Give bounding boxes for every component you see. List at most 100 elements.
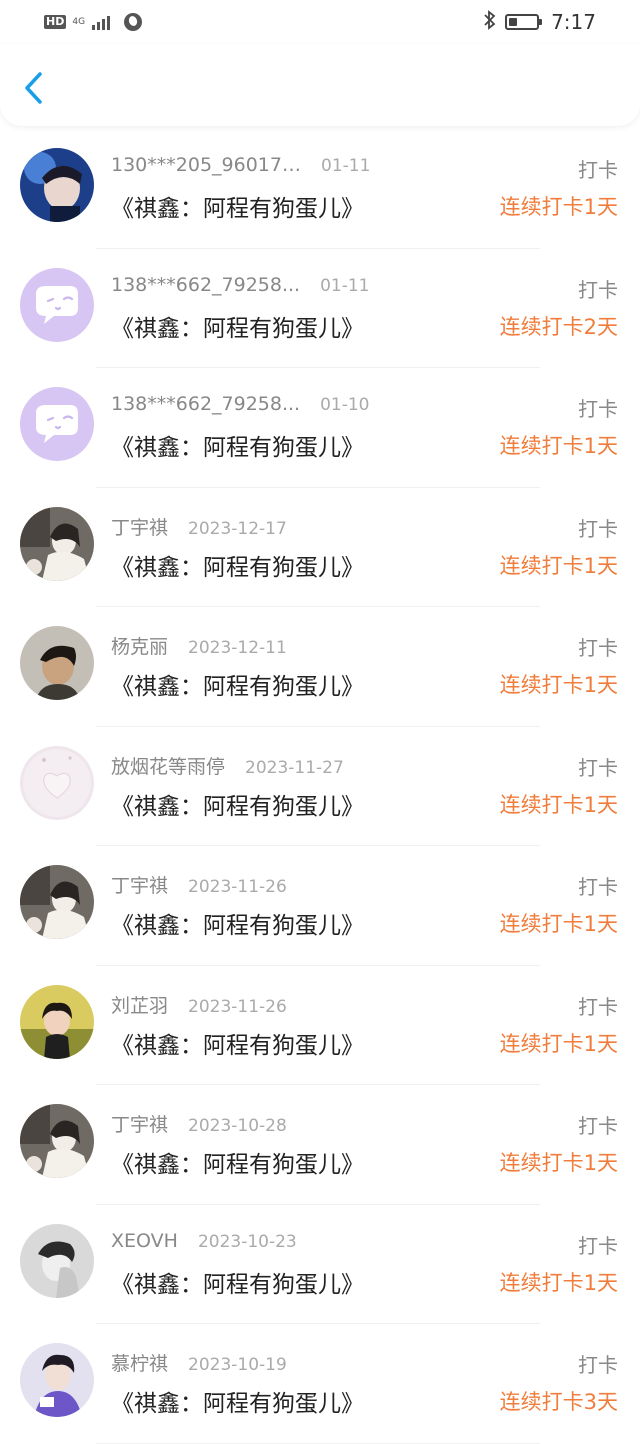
checkin-date: 2023-11-26 [188, 996, 287, 1017]
back-button[interactable] [20, 70, 50, 106]
book-title: 《祺鑫：阿程有狗蛋儿》 [111, 1032, 364, 1059]
checkin-row[interactable]: 丁宇祺 2023-12-17 《祺鑫：阿程有狗蛋儿》 打卡 连续打卡1天 [0, 488, 640, 607]
avatar-person-blue[interactable] [20, 148, 94, 222]
row-meta: 杨克丽 2023-12-11 [111, 632, 287, 659]
network-type: 4G [72, 16, 86, 27]
user-name[interactable]: 丁宇祺 [111, 513, 168, 540]
checkin-row[interactable]: 丁宇祺 2023-10-28 《祺鑫：阿程有狗蛋儿》 打卡 连续打卡1天 [0, 1085, 640, 1205]
checkin-date: 2023-10-28 [188, 1116, 287, 1136]
checkin-label: 打卡 [578, 636, 618, 660]
book-title: 《祺鑫：阿程有狗蛋儿》 [111, 554, 364, 581]
avatar-photo-gray[interactable] [20, 1223, 94, 1298]
checkin-date: 2023-10-23 [197, 1231, 297, 1252]
checkin-label: 打卡 [578, 277, 618, 302]
checkin-date: 01-10 [320, 395, 370, 415]
signal-icon [92, 14, 111, 30]
row-meta: 慕柠祺 2023-10-19 [111, 1349, 287, 1376]
status-bar: HD 4G 7:17 [0, 0, 640, 44]
streak-label: 连续打卡3天 [499, 1390, 618, 1414]
user-name[interactable]: 放烟花等雨停 [111, 752, 225, 779]
checkin-row[interactable]: 130***205_960174... 01-11 《祺鑫：阿程有狗蛋儿》 打卡… [0, 129, 640, 249]
checkin-date: 2023-11-27 [245, 757, 344, 778]
checkin-label: 打卡 [578, 1114, 618, 1138]
avatar-photo-child[interactable] [20, 984, 94, 1059]
book-title: 《祺鑫：阿程有狗蛋儿》 [111, 1271, 364, 1298]
row-meta: 放烟花等雨停 2023-11-27 [111, 752, 344, 779]
book-title: 《祺鑫：阿程有狗蛋儿》 [111, 674, 364, 700]
avatar-photo-girl[interactable] [20, 865, 94, 939]
globe-icon [124, 13, 143, 31]
book-title: 《祺鑫：阿程有狗蛋儿》 [111, 793, 364, 820]
avatar-photo-heart[interactable] [20, 745, 94, 820]
streak-label: 连续打卡1天 [499, 1151, 618, 1175]
streak-label: 连续打卡1天 [499, 195, 618, 219]
user-name[interactable]: 杨克丽 [111, 632, 168, 659]
user-name[interactable]: 138***662_79258... [111, 393, 300, 415]
book-title: 《祺鑫：阿程有狗蛋儿》 [111, 1391, 364, 1417]
checkin-date: 01-11 [321, 156, 371, 176]
book-title: 《祺鑫：阿程有狗蛋儿》 [111, 435, 364, 461]
user-name[interactable]: 丁宇祺 [111, 1110, 168, 1137]
row-meta: 138***662_79258... 01-10 [111, 393, 370, 415]
checkin-label: 打卡 [578, 755, 618, 780]
streak-label: 连续打卡1天 [499, 1270, 618, 1295]
status-right: 7:17 [483, 10, 596, 34]
checkin-row[interactable]: 放烟花等雨停 2023-11-27 《祺鑫：阿程有狗蛋儿》 打卡 连续打卡1天 [0, 727, 640, 846]
row-meta: 138***662_79258... 01-11 [111, 274, 370, 296]
header-bar [0, 44, 640, 126]
row-meta: 刘芷羽 2023-11-26 [111, 991, 287, 1018]
checkin-label: 打卡 [578, 397, 618, 421]
clock: 7:17 [551, 10, 596, 34]
checkin-row[interactable]: XEOVH 2023-10-23 《祺鑫：阿程有狗蛋儿》 打卡 连续打卡1天 [0, 1205, 640, 1324]
streak-label: 连续打卡1天 [499, 1031, 618, 1056]
user-name[interactable]: 138***662_79258... [111, 274, 300, 296]
checkin-date: 2023-12-17 [188, 518, 287, 539]
row-meta: XEOVH 2023-10-23 [111, 1230, 297, 1252]
user-name[interactable]: 刘芷羽 [111, 991, 168, 1018]
streak-label: 连续打卡1天 [499, 553, 618, 578]
bluetooth-icon [483, 10, 497, 34]
chevron-left-icon [25, 72, 42, 104]
battery-icon [505, 14, 543, 30]
checkin-date: 2023-12-11 [188, 638, 287, 658]
checkin-label: 打卡 [578, 994, 618, 1019]
checkin-row[interactable]: 杨克丽 2023-12-11 《祺鑫：阿程有狗蛋儿》 打卡 连续打卡1天 [0, 607, 640, 727]
avatar-default-purple[interactable] [20, 267, 94, 342]
checkin-date: 2023-10-19 [188, 1355, 287, 1375]
book-title: 《祺鑫：阿程有狗蛋儿》 [111, 1152, 364, 1178]
checkin-label: 打卡 [578, 875, 618, 899]
row-meta: 丁宇祺 2023-10-28 [111, 1110, 287, 1137]
streak-label: 连续打卡1天 [499, 792, 618, 817]
checkin-row[interactable]: 丁宇祺 2023-11-26 《祺鑫：阿程有狗蛋儿》 打卡 连续打卡1天 [0, 846, 640, 966]
row-meta: 130***205_960174... 01-11 [111, 154, 370, 176]
avatar-photo-woman[interactable] [20, 626, 94, 700]
avatar-default-purple[interactable] [20, 387, 94, 461]
avatar-photo-girl[interactable] [20, 1104, 94, 1178]
checkin-label: 打卡 [578, 1233, 618, 1258]
avatar-photo-purple[interactable] [20, 1343, 94, 1417]
checkin-label: 打卡 [578, 1353, 618, 1377]
row-meta: 丁宇祺 2023-11-26 [111, 871, 287, 898]
checkin-date: 2023-11-26 [188, 877, 287, 897]
streak-label: 连续打卡1天 [499, 434, 618, 458]
status-left: HD 4G [44, 13, 143, 31]
user-name[interactable]: 慕柠祺 [111, 1349, 168, 1376]
checkin-row[interactable]: 138***662_79258... 01-10 《祺鑫：阿程有狗蛋儿》 打卡 … [0, 368, 640, 488]
user-name[interactable]: 130***205_960174... [111, 154, 301, 176]
checkin-row[interactable]: 刘芷羽 2023-11-26 《祺鑫：阿程有狗蛋儿》 打卡 连续打卡1天 [0, 966, 640, 1085]
streak-label: 连续打卡1天 [499, 673, 618, 697]
book-title: 《祺鑫：阿程有狗蛋儿》 [111, 913, 364, 939]
book-title: 《祺鑫：阿程有狗蛋儿》 [111, 315, 364, 342]
checkin-row[interactable]: 138***662_79258... 01-11 《祺鑫：阿程有狗蛋儿》 打卡 … [0, 249, 640, 368]
row-divider [96, 1442, 540, 1444]
row-meta: 丁宇祺 2023-12-17 [111, 513, 287, 540]
checkin-row[interactable]: 慕柠祺 2023-10-19 《祺鑫：阿程有狗蛋儿》 打卡 连续打卡3天 [0, 1324, 640, 1444]
user-name[interactable]: XEOVH [111, 1230, 178, 1252]
checkin-list: 130***205_960174... 01-11 《祺鑫：阿程有狗蛋儿》 打卡… [0, 129, 640, 1444]
checkin-label: 打卡 [578, 158, 618, 182]
hd-badge: HD [44, 15, 67, 29]
streak-label: 连续打卡1天 [499, 912, 618, 936]
user-name[interactable]: 丁宇祺 [111, 871, 168, 898]
book-title: 《祺鑫：阿程有狗蛋儿》 [111, 196, 364, 222]
avatar-photo-girl[interactable] [20, 506, 94, 581]
